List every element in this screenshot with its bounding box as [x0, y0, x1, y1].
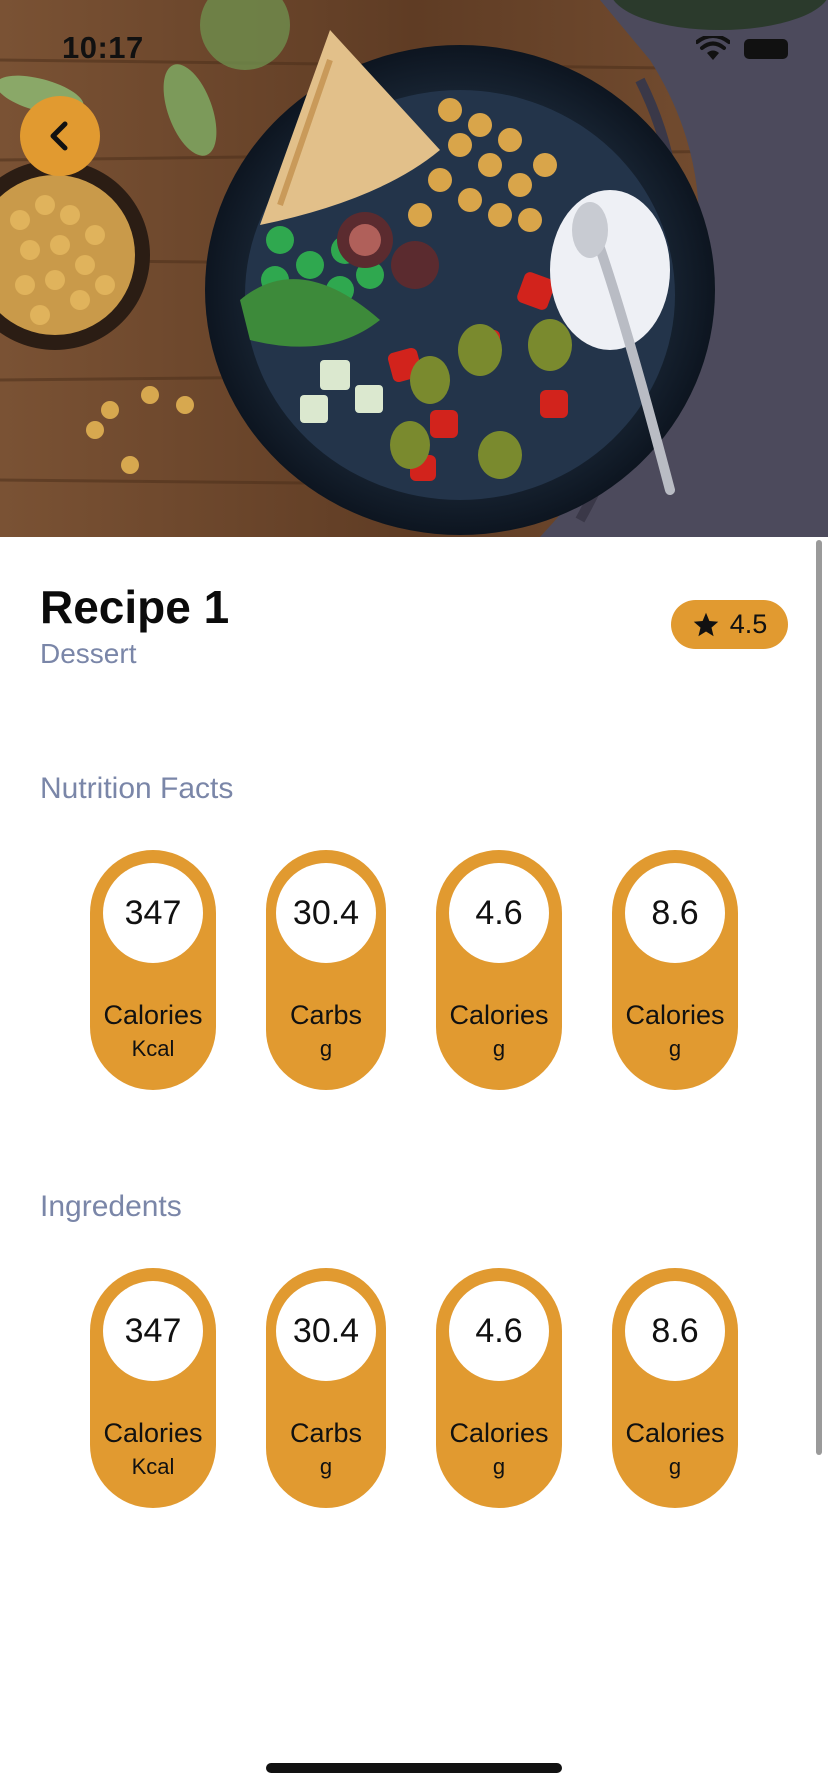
nutrition-item: 8.6 Calories g	[612, 850, 738, 1090]
home-indicator[interactable]	[266, 1763, 562, 1773]
nutrition-value: 30.4	[276, 863, 376, 963]
nutrition-item: 4.6 Calories g	[436, 850, 562, 1090]
ingredient-value: 8.6	[625, 1281, 725, 1381]
wifi-icon	[696, 36, 730, 60]
ingredient-label: Carbs	[289, 1418, 363, 1448]
ingredient-unit: g	[319, 1454, 333, 1479]
nutrition-label: Calories	[449, 1000, 549, 1030]
ingredient-unit: Kcal	[131, 1454, 175, 1479]
nutrition-item: 347 Calories Kcal	[90, 850, 216, 1090]
rating-badge: 4.5	[671, 600, 788, 649]
ingredient-label: Calories	[449, 1418, 549, 1448]
hero-image	[0, 0, 828, 537]
nutrition-label: Calories	[625, 1000, 725, 1030]
nutrition-unit: g	[492, 1036, 506, 1061]
nutrition-facts-title: Nutrition Facts	[40, 772, 234, 805]
ingredient-item: 8.6 Calories g	[612, 1268, 738, 1508]
ingredient-label: Calories	[103, 1418, 203, 1448]
scrollbar[interactable]	[816, 540, 822, 1455]
status-icons	[696, 36, 788, 62]
ingredient-value: 4.6	[449, 1281, 549, 1381]
ingredient-label: Calories	[625, 1418, 725, 1448]
ingredient-item: 347 Calories Kcal	[90, 1268, 216, 1508]
battery-icon	[744, 39, 788, 59]
recipe-title: Recipe 1	[40, 581, 230, 633]
ingredient-item: 30.4 Carbs g	[266, 1268, 386, 1508]
ingredient-item: 4.6 Calories g	[436, 1268, 562, 1508]
nutrition-unit: g	[319, 1036, 333, 1061]
nutrition-value: 8.6	[625, 863, 725, 963]
nutrition-item: 30.4 Carbs g	[266, 850, 386, 1090]
nutrition-value: 4.6	[449, 863, 549, 963]
nutrition-label: Calories	[103, 1000, 203, 1030]
ingredient-value: 347	[103, 1281, 203, 1381]
status-time: 10:17	[62, 30, 144, 65]
food-bowl-illustration	[0, 0, 828, 537]
ingredient-value: 30.4	[276, 1281, 376, 1381]
chevron-left-icon	[50, 121, 68, 151]
rating-value: 4.5	[729, 609, 768, 639]
nutrition-label: Carbs	[289, 1000, 363, 1030]
star-icon	[693, 612, 718, 636]
nutrition-unit: Kcal	[131, 1036, 175, 1061]
back-button[interactable]	[20, 96, 100, 176]
nutrition-value: 347	[103, 863, 203, 963]
ingredient-unit: g	[668, 1454, 682, 1479]
ingredients-title: Ingredents	[40, 1190, 182, 1223]
nutrition-unit: g	[668, 1036, 682, 1061]
ingredient-unit: g	[492, 1454, 506, 1479]
recipe-category: Dessert	[40, 638, 137, 669]
